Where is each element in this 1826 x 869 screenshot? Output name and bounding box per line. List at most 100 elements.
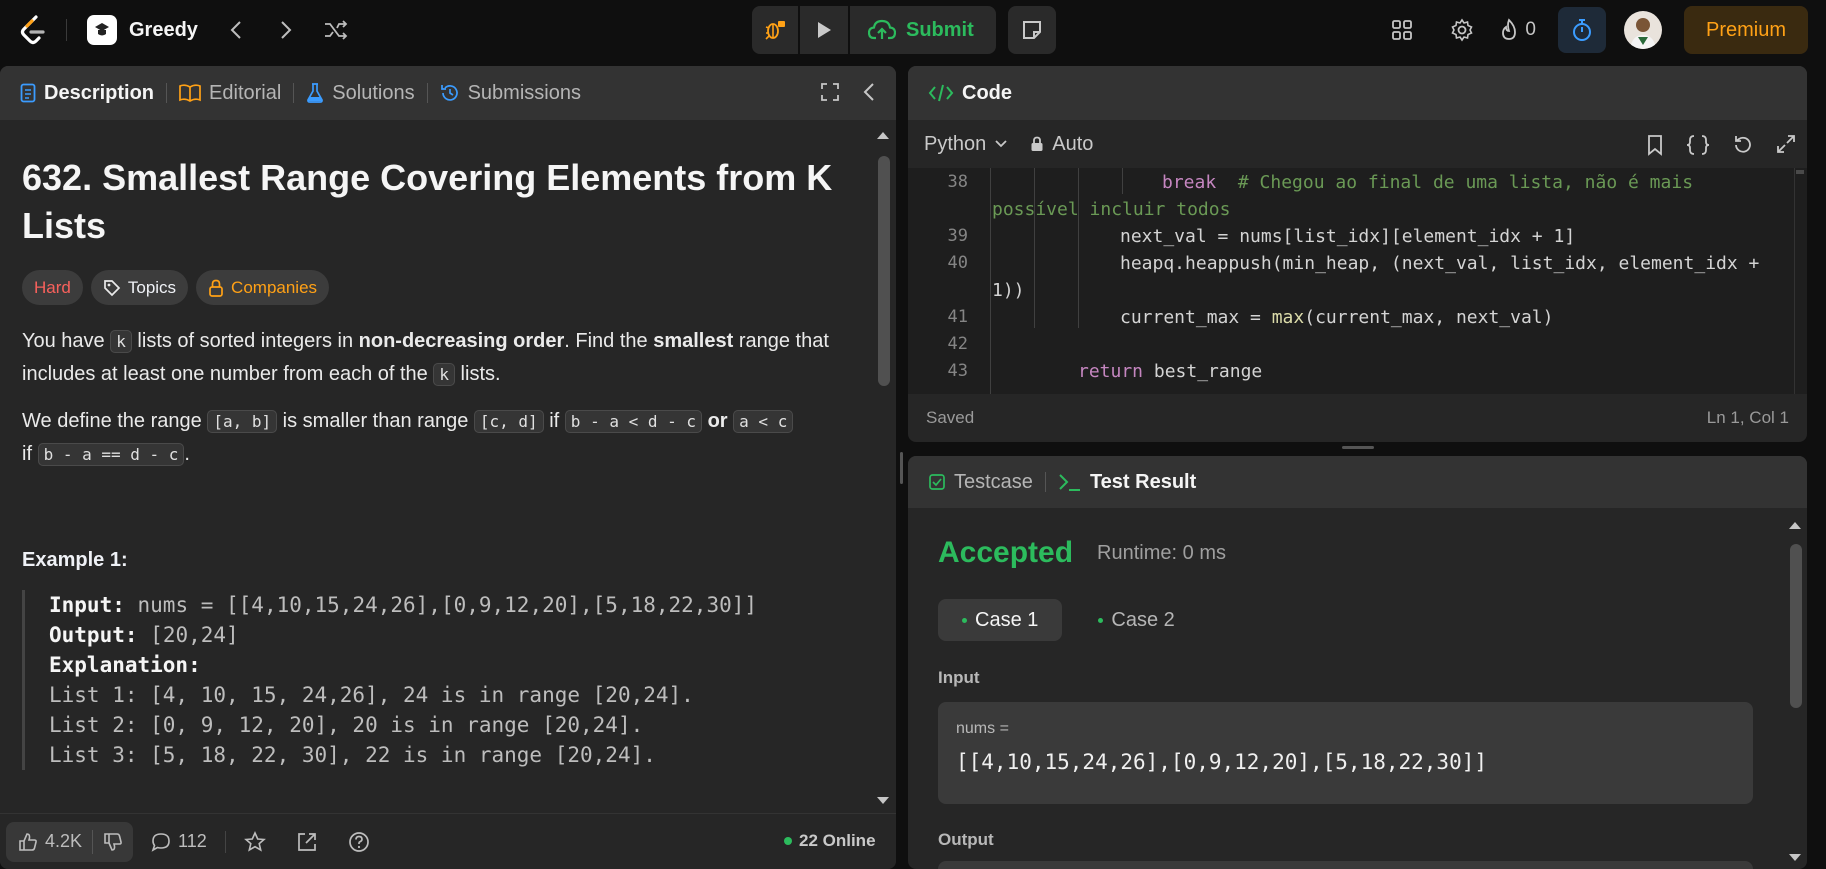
companies-tag[interactable]: Companies — [196, 270, 330, 305]
fullscreen-icon[interactable] — [1776, 134, 1796, 154]
play-icon — [818, 22, 831, 38]
code-line-wrap: 1)) — [992, 280, 1025, 301]
example-block: Input: nums = [[4,10,15,24,26],[0,9,12,2… — [22, 590, 872, 770]
help-button[interactable] — [348, 831, 370, 853]
tab-submissions[interactable]: Submissions — [440, 82, 581, 105]
runtime: Runtime: 0 ms — [1097, 541, 1226, 564]
expand-icon — [821, 83, 839, 101]
chevron-down-icon — [995, 140, 1007, 148]
test-tabs: Testcase Test Result — [908, 456, 1807, 508]
vertical-resize-handle[interactable] — [900, 452, 903, 484]
topics-tag[interactable]: Topics — [90, 270, 189, 305]
submit-label: Submit — [906, 18, 974, 41]
format-braces-icon[interactable] — [1686, 134, 1710, 156]
case-tab-1[interactable]: Case 1 — [938, 599, 1063, 641]
stopwatch-icon — [1573, 19, 1591, 41]
line-number: 38 — [947, 172, 968, 192]
code-line-wrap: possível incluir todos — [992, 199, 1231, 220]
code-line: heapq.heappush(min_heap, (next_val, list… — [1120, 253, 1760, 274]
premium-button[interactable]: Premium — [1684, 6, 1808, 54]
reset-icon[interactable] — [1732, 134, 1754, 156]
description-tabs: Description Editorial Solutions Submissi… — [0, 66, 896, 120]
language-select[interactable]: Python — [924, 133, 1008, 156]
code-line: current_max = max(current_max, next_val) — [1120, 307, 1554, 328]
next-problem-button[interactable] — [266, 12, 306, 48]
pass-dot — [1098, 617, 1104, 623]
comments-button[interactable]: 112 — [151, 831, 207, 852]
chevron-left-icon — [230, 21, 241, 39]
code-header: Code — [908, 66, 1807, 120]
code-line: return best_range — [1078, 361, 1263, 382]
collapse-panel-button[interactable] — [862, 82, 876, 102]
example-title: Example 1: — [22, 549, 128, 571]
tab-divider — [166, 83, 168, 103]
output-label: Output — [938, 830, 994, 849]
leetcode-logo-icon[interactable] — [18, 15, 48, 45]
editor-actions — [1646, 134, 1796, 156]
streak-count: 0 — [1525, 19, 1536, 40]
thumbs-up-icon — [19, 832, 37, 851]
divider — [224, 830, 226, 853]
tab-code[interactable]: Code — [928, 82, 1012, 105]
like-button[interactable]: 4.2K — [6, 831, 92, 852]
layout-button[interactable] — [1379, 7, 1425, 53]
favorite-button[interactable] — [243, 830, 266, 853]
case-tab-2[interactable]: Case 2 — [1074, 599, 1198, 641]
online-dot — [784, 837, 792, 845]
flask-icon — [307, 83, 324, 103]
problem-content: 632. Smallest Range Covering Elements fr… — [22, 154, 872, 770]
tab-description[interactable]: Description — [20, 82, 154, 105]
scroll-thumb[interactable] — [878, 156, 890, 386]
scroll-down-icon — [877, 797, 889, 804]
tab-divider — [426, 83, 428, 103]
description-footer: 4.2K 112 22 Online — [0, 813, 896, 869]
code-editor[interactable]: 38 break # Chegou ao final de uma lista,… — [908, 168, 1807, 394]
problem-tags: Hard Topics Companies — [22, 270, 872, 305]
code-line: break # Chegou ao final de uma lista, nã… — [1162, 172, 1694, 193]
streak-counter[interactable]: 0 — [1499, 18, 1536, 42]
run-button[interactable] — [800, 6, 848, 54]
case-tabs: Case 1 Case 2 — [938, 599, 1199, 641]
document-icon — [20, 83, 36, 103]
history-icon — [440, 85, 458, 101]
auto-mode[interactable]: Auto — [1030, 133, 1093, 156]
input-value: [[4,10,15,24,26],[0,9,12,20],[5,18,22,30… — [956, 750, 1488, 774]
thumbs-down-icon — [104, 832, 122, 851]
line-number: 42 — [947, 334, 968, 354]
tab-editorial[interactable]: Editorial — [179, 82, 281, 105]
study-plan-icon — [87, 15, 117, 45]
tab-test-result[interactable]: Test Result — [1058, 471, 1196, 494]
scroll-down-icon — [1789, 854, 1801, 861]
star-icon — [243, 830, 266, 852]
line-number: 39 — [947, 226, 968, 246]
problem-title[interactable]: 632. Smallest Range Covering Elements fr… — [22, 154, 872, 250]
maximize-panel-button[interactable] — [820, 82, 840, 102]
terminal-icon — [1059, 474, 1080, 491]
scroll-thumb[interactable] — [1790, 544, 1802, 708]
chevron-left-icon — [863, 83, 874, 101]
timer-button[interactable] — [1558, 7, 1606, 53]
note-icon — [1022, 21, 1041, 39]
settings-button[interactable] — [1439, 7, 1485, 53]
problem-list-button[interactable]: Greedy — [87, 15, 198, 45]
prev-problem-button[interactable] — [216, 12, 256, 48]
dislike-button[interactable] — [93, 832, 133, 852]
lock-icon — [209, 279, 223, 297]
tab-solutions[interactable]: Solutions — [306, 82, 415, 105]
debug-button[interactable] — [752, 6, 798, 54]
tab-testcase[interactable]: Testcase — [928, 471, 1033, 494]
shuffle-icon — [324, 20, 348, 40]
saved-status: Saved — [926, 408, 975, 427]
online-count: 22 Online — [784, 831, 876, 851]
submit-button[interactable]: Submit — [850, 6, 996, 54]
code-icon — [928, 84, 954, 102]
editor-scrollbar[interactable] — [1794, 168, 1804, 394]
user-avatar[interactable] — [1624, 11, 1662, 49]
notes-button[interactable] — [1007, 6, 1056, 54]
horizontal-resize-handle[interactable] — [1342, 446, 1374, 449]
bookmark-icon[interactable] — [1646, 134, 1664, 156]
cloud-upload-icon — [868, 19, 896, 40]
lock-icon — [1031, 136, 1043, 151]
share-button[interactable] — [296, 831, 318, 853]
random-problem-button[interactable] — [316, 12, 356, 48]
